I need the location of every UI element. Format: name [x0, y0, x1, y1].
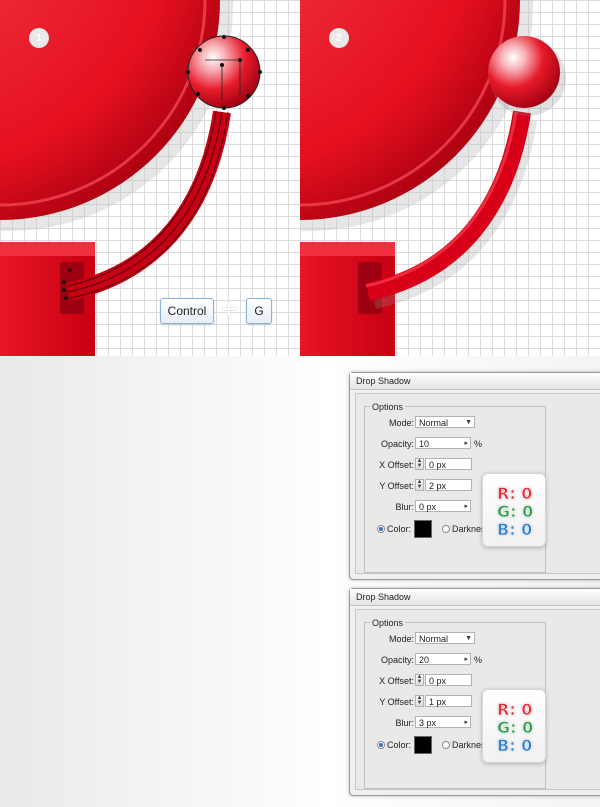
x-offset-label: X Offset:	[379, 676, 414, 686]
dialog-title: Drop Shadow	[350, 589, 600, 606]
blur-value: 3 px	[419, 718, 437, 728]
options-group-label: Options	[370, 618, 406, 628]
opacity-input[interactable]: 10 ▸	[415, 437, 471, 449]
x-offset-label: X Offset:	[379, 460, 414, 470]
y-offset-stepper[interactable]: ▲ ▼	[415, 479, 424, 491]
y-offset-label: Y Offset:	[379, 697, 414, 707]
shadow-color-swatch[interactable]	[414, 520, 432, 538]
red-value: R: 0	[497, 484, 533, 504]
blur-label: Blur:	[395, 718, 414, 728]
opacity-label: Opacity:	[380, 655, 414, 665]
drop-shadow-dialog-1: Drop Shadow Options Mode: Normal ▼ Opaci…	[349, 372, 600, 580]
g-key: G	[246, 298, 272, 324]
opacity-input[interactable]: 20 ▸	[415, 653, 471, 665]
color-radio[interactable]	[377, 525, 385, 533]
options-group-label: Options	[370, 402, 406, 412]
opacity-label: Opacity:	[380, 439, 414, 449]
percent-sign: %	[474, 655, 483, 665]
darkness-radio[interactable]	[442, 741, 450, 749]
green-value: G: 0	[497, 502, 534, 522]
green-value: G: 0	[497, 718, 534, 738]
control-key: Control	[160, 298, 214, 324]
color-label: Color:	[387, 740, 412, 750]
drop-shadow-dialog-2: Drop Shadow Options Mode: Normal ▼ Opaci…	[349, 588, 600, 796]
color-radio[interactable]	[377, 741, 385, 749]
y-offset-input[interactable]: 2 px	[425, 479, 472, 491]
step1-artwork-panel: 1 Control + G	[0, 0, 300, 356]
mode-select[interactable]: Normal ▼	[415, 416, 475, 428]
step-number-badge-1: 1	[29, 28, 49, 48]
y-offset-input[interactable]: 1 px	[425, 695, 472, 707]
plus-sign: +	[220, 293, 238, 326]
blur-input[interactable]: 3 px ▸	[415, 716, 471, 728]
y-offset-stepper[interactable]: ▲ ▼	[415, 695, 424, 707]
x-offset-stepper[interactable]: ▲ ▼	[415, 458, 424, 470]
mode-label: Mode:	[388, 634, 414, 644]
rgb-values-card: R: 0 G: 0 B: 0	[482, 473, 546, 547]
step2-bell-illustration	[300, 0, 566, 356]
y-offset-label: Y Offset:	[379, 481, 414, 491]
rgb-values-card: R: 0 G: 0 B: 0	[482, 689, 546, 763]
chevron-right-icon[interactable]: ▸	[464, 501, 468, 513]
blue-value: B: 0	[497, 736, 533, 756]
blur-input[interactable]: 0 px ▸	[415, 500, 471, 512]
mode-value: Normal	[419, 634, 449, 644]
blur-label: Blur:	[395, 502, 414, 512]
chevron-right-icon[interactable]: ▸	[464, 438, 468, 450]
darkness-radio[interactable]	[442, 525, 450, 533]
mode-select[interactable]: Normal ▼	[415, 632, 475, 644]
chevron-down-icon: ▼	[465, 635, 472, 642]
red-value: R: 0	[497, 700, 533, 720]
darkness-label: Darknes	[452, 524, 482, 534]
hammer-ball	[488, 36, 560, 108]
shadow-color-swatch[interactable]	[414, 736, 432, 754]
mode-label: Mode:	[388, 418, 414, 428]
x-offset-input[interactable]: 0 px	[425, 674, 472, 686]
step-number-badge-2: 2	[329, 28, 349, 48]
blue-value: B: 0	[497, 520, 533, 540]
mode-value: Normal	[419, 418, 449, 428]
color-label: Color:	[387, 524, 412, 534]
chevron-down-icon: ▼	[465, 419, 472, 426]
opacity-value: 20	[419, 655, 430, 665]
x-offset-stepper[interactable]: ▲ ▼	[415, 674, 424, 686]
percent-sign: %	[474, 439, 483, 449]
dialog-title: Drop Shadow	[350, 373, 600, 390]
opacity-value: 10	[419, 439, 430, 449]
darkness-label: Darkness	[452, 740, 486, 750]
chevron-right-icon[interactable]: ▸	[464, 717, 468, 729]
step2-artwork-panel: 2	[300, 0, 600, 356]
blur-value: 0 px	[419, 502, 437, 512]
x-offset-input[interactable]: 0 px	[425, 458, 472, 470]
chevron-right-icon[interactable]: ▸	[464, 654, 468, 666]
